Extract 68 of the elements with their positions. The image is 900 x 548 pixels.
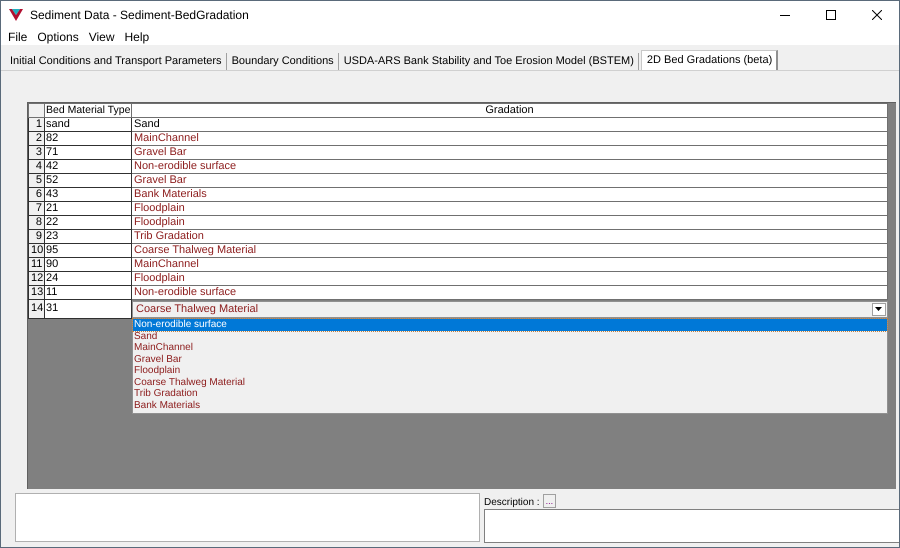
- table-cell: 24: [44, 272, 132, 286]
- text-field[interactable]: [15, 493, 480, 542]
- tab[interactable]: Boundary Conditions: [226, 53, 339, 70]
- menu-item[interactable]: Help: [120, 30, 154, 44]
- row-number: 11: [28, 258, 44, 272]
- row-number: 7: [28, 202, 44, 216]
- dropdown-option[interactable]: MainChannel: [133, 342, 886, 354]
- table-cell: Sand: [132, 118, 888, 132]
- table-cell: Coarse Thalweg Material: [132, 244, 888, 258]
- gradation-dropdown[interactable]: Coarse Thalweg Material: [132, 300, 888, 318]
- table-cell: Gravel Bar: [132, 174, 888, 188]
- table-cell: Non-erodible surface: [132, 160, 888, 174]
- table-cell: 43: [44, 188, 132, 202]
- row-number: 6: [28, 188, 44, 202]
- table-cell: Non-erodible surface: [132, 286, 888, 300]
- app-logo-icon: [8, 8, 24, 22]
- table-cell: 52: [44, 174, 132, 188]
- table-cell: 82: [44, 132, 132, 146]
- dropdown-option[interactable]: Trib Gradation: [133, 388, 886, 400]
- row-number: 12: [28, 272, 44, 286]
- menu-item[interactable]: Options: [32, 30, 84, 44]
- table-cell: 31: [44, 300, 132, 318]
- maximize-icon[interactable]: [826, 10, 836, 20]
- row-number: 5: [28, 174, 44, 188]
- row-number: 9: [28, 230, 44, 244]
- row-number: 10: [28, 244, 44, 258]
- table-cell: 22: [44, 216, 132, 230]
- table-cell: 11: [44, 286, 132, 300]
- table-cell: Floodplain: [132, 202, 888, 216]
- row-number: 13: [28, 286, 44, 300]
- browse-button[interactable]: ...: [542, 494, 556, 508]
- table-cell: MainChannel: [132, 132, 888, 146]
- table-cell: Bank Materials: [132, 188, 888, 202]
- table-cell: 95: [44, 244, 132, 258]
- dropdown-option[interactable]: Gravel Bar: [133, 354, 886, 365]
- table-cell: 71: [44, 146, 132, 160]
- table-cell: 23: [44, 230, 132, 244]
- table-cell: 21: [44, 202, 132, 216]
- row-number: 14: [28, 300, 44, 318]
- table-cell: MainChannel: [132, 258, 888, 272]
- window-title: Sediment Data - Sediment-BedGradation: [30, 8, 249, 22]
- close-icon[interactable]: [872, 10, 882, 20]
- tab[interactable]: Initial Conditions and Transport Parameters: [5, 53, 227, 70]
- dropdown-option[interactable]: Floodplain: [133, 365, 886, 376]
- row-number: 3: [28, 146, 44, 160]
- row-number: 4: [28, 160, 44, 174]
- table-cell: Floodplain: [132, 216, 888, 230]
- tab[interactable]: USDA-ARS Bank Stability and Toe Erosion Model (BSTEM): [338, 53, 639, 70]
- table-cell: sand: [44, 118, 132, 132]
- column-header: Bed Material Type: [44, 104, 132, 118]
- description-label: Description :: [484, 497, 540, 508]
- dropdown-option[interactable]: Sand: [133, 330, 886, 342]
- table-cell: Trib Gradation: [132, 230, 888, 244]
- table-cell: Gravel Bar: [132, 146, 888, 160]
- table-cell: 90: [44, 258, 132, 272]
- dropdown-option[interactable]: Coarse Thalweg Material: [133, 376, 886, 388]
- dropdown-option[interactable]: Non-erodible surface: [133, 319, 886, 330]
- description-field[interactable]: [484, 509, 899, 543]
- tab[interactable]: 2D Bed Gradations (beta): [640, 50, 778, 70]
- row-number: 8: [28, 216, 44, 230]
- table-cell: Floodplain: [132, 272, 888, 286]
- menu-item[interactable]: File: [3, 30, 32, 44]
- dropdown-option[interactable]: Bank Materials: [133, 400, 886, 411]
- column-header: Gradation: [132, 104, 888, 118]
- row-number: 1: [28, 118, 44, 132]
- menu-item[interactable]: View: [84, 30, 120, 44]
- row-number: 2: [28, 132, 44, 146]
- table-cell: 42: [44, 160, 132, 174]
